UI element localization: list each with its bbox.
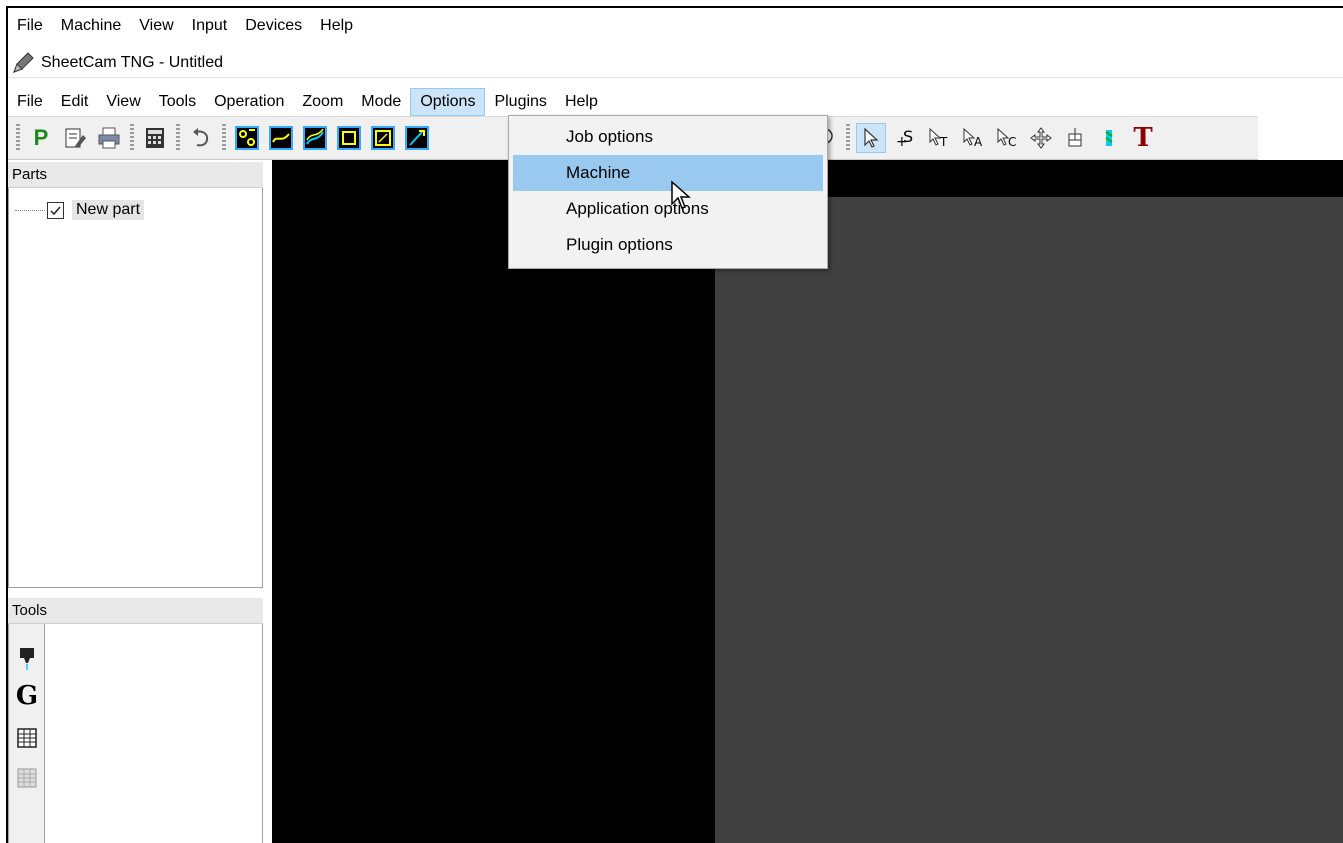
- window-title: SheetCam TNG - Untitled: [41, 53, 223, 71]
- add-start-icon[interactable]: + S: [890, 123, 920, 153]
- checkmark-icon: [50, 206, 61, 215]
- application-window: File Machine View Input Devices Help She…: [6, 6, 1343, 843]
- toolbar-grip[interactable]: [130, 124, 134, 152]
- tree-connector: [15, 209, 45, 211]
- toolbar-grip[interactable]: [222, 124, 226, 152]
- svg-text:S: S: [903, 127, 913, 146]
- tools-icon-strip: G: [9, 624, 45, 843]
- drill-op-icon[interactable]: [232, 123, 262, 153]
- svg-text:C: C: [1008, 135, 1016, 149]
- menu-edit[interactable]: Edit: [52, 88, 98, 116]
- square-op-icon[interactable]: [334, 123, 364, 153]
- select-contour-icon[interactable]: C: [992, 123, 1022, 153]
- menu-operation[interactable]: Operation: [205, 88, 293, 116]
- outer-menu-input[interactable]: Input: [183, 12, 237, 40]
- mouse-cursor-icon: [671, 180, 691, 209]
- edit-icon[interactable]: [60, 123, 90, 153]
- pencil-icon: [13, 51, 34, 73]
- tools-panel-title: Tools: [8, 598, 263, 624]
- outer-menu-devices[interactable]: Devices: [236, 12, 311, 40]
- tool-color-icon[interactable]: [1094, 123, 1124, 153]
- calculator-icon[interactable]: [140, 123, 170, 153]
- outer-menu-help[interactable]: Help: [311, 12, 362, 40]
- app-menubar: File Edit View Tools Operation Zoom Mode…: [8, 88, 607, 116]
- menu-mode[interactable]: Mode: [352, 88, 410, 116]
- menu-item-application-options[interactable]: Application options: [513, 191, 823, 227]
- text-icon[interactable]: T: [1128, 123, 1158, 153]
- tools-panel: G: [8, 624, 263, 843]
- menu-tools[interactable]: Tools: [150, 88, 205, 116]
- select-area-icon[interactable]: A: [958, 123, 988, 153]
- parts-panel-title: Parts: [8, 162, 263, 188]
- menu-options[interactable]: Options: [410, 88, 486, 116]
- part-label[interactable]: New part: [72, 200, 145, 220]
- outer-menubar: File Machine View Input Devices Help: [8, 12, 363, 40]
- move-icon[interactable]: [1026, 123, 1056, 153]
- tree-item-new-part[interactable]: New part: [15, 200, 145, 220]
- undo-icon[interactable]: [186, 123, 216, 153]
- toolbar-grip[interactable]: [846, 124, 850, 152]
- select-icon[interactable]: [856, 123, 886, 153]
- select-text-icon[interactable]: T: [924, 123, 954, 153]
- menu-item-machine[interactable]: Machine: [513, 155, 823, 191]
- toolbar-grip[interactable]: [176, 124, 180, 152]
- table-disabled-icon[interactable]: [13, 764, 41, 792]
- gcode-icon[interactable]: G: [13, 681, 41, 711]
- options-dropdown-menu: Job options Machine Application options …: [508, 115, 828, 269]
- p-icon[interactable]: P: [26, 123, 56, 153]
- menu-plugins[interactable]: Plugins: [485, 88, 555, 116]
- menu-file[interactable]: File: [8, 88, 52, 116]
- rotate-icon[interactable]: [1060, 123, 1090, 153]
- window-titlebar: SheetCam TNG - Untitled: [8, 48, 1343, 78]
- menu-view[interactable]: View: [97, 88, 149, 116]
- pen-op-icon[interactable]: [402, 123, 432, 153]
- table-icon[interactable]: [13, 724, 41, 752]
- svg-text:A: A: [974, 135, 983, 149]
- pocket-op-icon[interactable]: [368, 123, 398, 153]
- menu-help[interactable]: Help: [556, 88, 607, 116]
- outer-menu-file[interactable]: File: [8, 12, 52, 40]
- part-checkbox[interactable]: [47, 201, 64, 219]
- menu-item-job-options[interactable]: Job options: [513, 119, 823, 155]
- work-area[interactable]: [715, 197, 1343, 843]
- path-op-icon[interactable]: [266, 123, 296, 153]
- parts-panel: New part: [8, 188, 263, 588]
- profile-op-icon[interactable]: [300, 123, 330, 153]
- outer-menu-view[interactable]: View: [130, 12, 182, 40]
- menu-item-plugin-options[interactable]: Plugin options: [513, 227, 823, 263]
- print-icon[interactable]: [94, 123, 124, 153]
- outer-menu-machine[interactable]: Machine: [52, 12, 130, 40]
- plasma-torch-icon[interactable]: [13, 646, 41, 674]
- svg-text:T: T: [939, 135, 948, 149]
- toolbar-grip[interactable]: [16, 124, 20, 152]
- menu-zoom[interactable]: Zoom: [293, 88, 352, 116]
